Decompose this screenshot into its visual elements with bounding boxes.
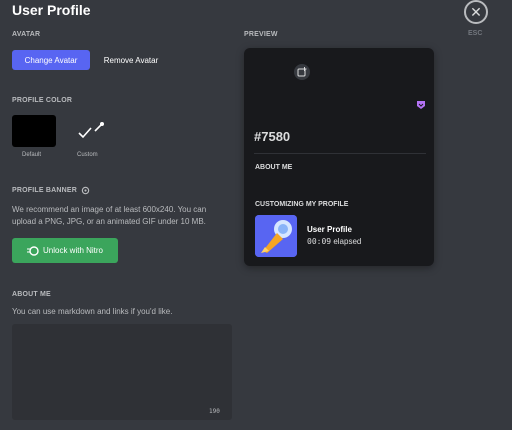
eyedropper-icon (78, 122, 104, 139)
about-me-char-count: 190 (209, 408, 220, 415)
change-avatar-button[interactable]: Change Avatar (12, 50, 90, 70)
unlock-with-nitro-label: Unlock with Nitro (42, 246, 103, 255)
activity-time-value: 00:09 (307, 237, 332, 246)
preview-divider (254, 153, 426, 154)
page-title: User Profile (12, 2, 91, 18)
remove-avatar-button[interactable]: Remove Avatar (96, 50, 166, 70)
profile-banner-label-text: PROFILE BANNER (12, 187, 78, 194)
close-icon: ✕ (470, 4, 482, 20)
nitro-icon (81, 186, 90, 195)
nitro-badge-icon (417, 101, 425, 109)
about-me-hint: You can use markdown and links if you'd … (12, 307, 173, 316)
profile-color-label: PROFILE COLOR (12, 97, 73, 104)
default-color-swatch[interactable] (12, 115, 56, 147)
banner-description-line2: upload a PNG, JPG, or an animated GIF un… (12, 217, 206, 226)
edit-avatar-button[interactable] (292, 62, 312, 82)
banner-description-line1: We recommend an image of at least 600x24… (12, 205, 207, 214)
activity-heading: CUSTOMIZING MY PROFILE (255, 201, 349, 208)
activity-time: 00:09 elapsed (307, 237, 361, 246)
add-image-icon (297, 67, 307, 77)
activity-title: User Profile (307, 225, 352, 234)
custom-color-caption: Custom (77, 152, 98, 158)
default-color-caption: Default (22, 152, 42, 158)
checkmark-icon (78, 127, 92, 139)
unlock-with-nitro-button[interactable]: Unlock with Nitro (12, 238, 118, 263)
nitro-boost-icon (26, 245, 39, 256)
about-me-label: ABOUT ME (12, 291, 51, 298)
avatar-section-label: AVATAR (12, 31, 41, 38)
about-me-textarea[interactable] (12, 324, 232, 420)
close-button[interactable]: ✕ (464, 0, 488, 24)
preview-about-me-heading: ABOUT ME (255, 164, 293, 171)
activity-image (255, 215, 297, 257)
activity-elapsed-label: elapsed (333, 237, 362, 246)
user-tag: #7580 (254, 129, 291, 144)
esc-label: ESC (468, 30, 483, 37)
preview-label: PREVIEW (244, 31, 278, 38)
custom-color-swatch[interactable] (68, 115, 112, 147)
profile-banner-label: PROFILE BANNER (12, 186, 90, 195)
paintbrush-icon (255, 215, 297, 257)
